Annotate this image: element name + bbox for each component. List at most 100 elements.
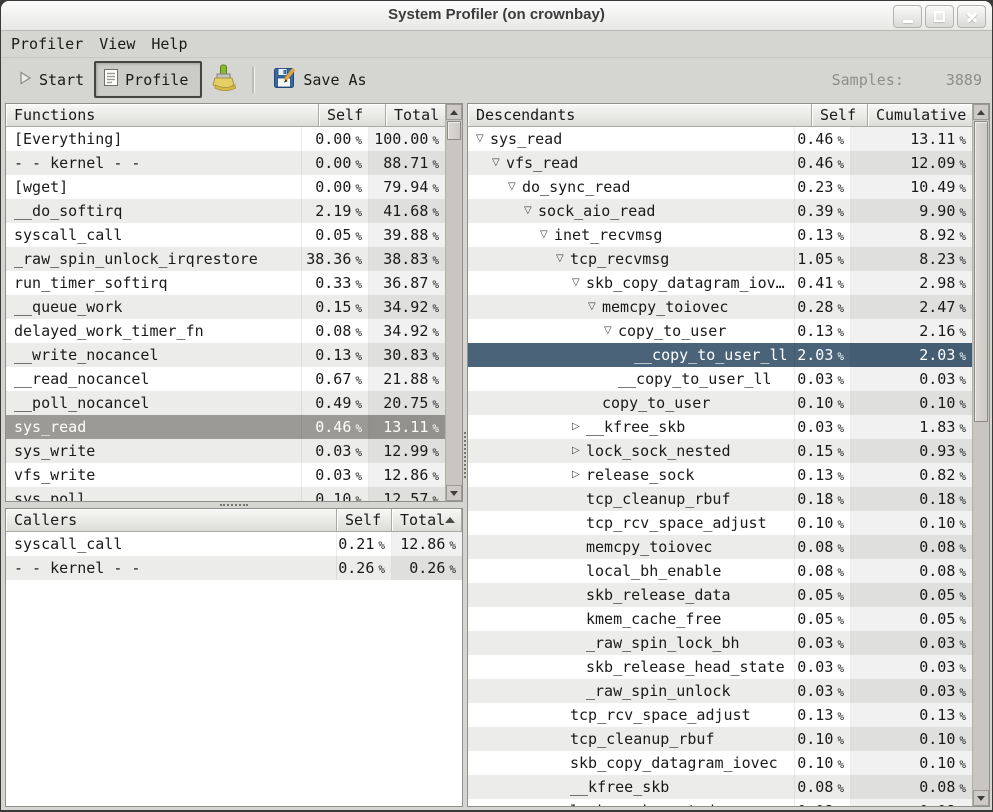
table-row[interactable]: ▷release_sock0.13%0.82% <box>468 463 972 487</box>
function-name-cell: tcp_rcv_space_adjust <box>468 511 795 535</box>
menubar: Profiler View Help <box>1 31 992 58</box>
table-row[interactable]: ▽skb_copy_datagram_iov…0.41%2.98% <box>468 271 972 295</box>
percent-cell: 0.10% <box>795 751 851 775</box>
scroll-up-button[interactable] <box>973 104 989 120</box>
scrollbar-thumb[interactable] <box>974 121 988 422</box>
percent-sign: % <box>432 153 439 177</box>
table-row[interactable]: kmem_cache_free0.05%0.05% <box>468 607 972 631</box>
column-header-total[interactable]: Total <box>392 509 462 532</box>
scrollbar-thumb[interactable] <box>447 121 461 140</box>
table-row[interactable]: ▽vfs_read0.46%12.09% <box>468 151 972 175</box>
percent-cell: 0.08% <box>851 799 972 806</box>
table-row[interactable]: - - kernel - -0.26%0.26% <box>6 556 462 580</box>
table-row[interactable]: __write_nocancel0.13%30.83% <box>6 343 445 367</box>
percent-cell: 0.08% <box>795 535 851 559</box>
table-row[interactable]: ▽sock_aio_read0.39%9.90% <box>468 199 972 223</box>
expander-open-icon[interactable]: ▽ <box>604 319 618 343</box>
table-row[interactable]: run_timer_softirq0.33%36.87% <box>6 271 445 295</box>
close-button[interactable] <box>957 5 986 28</box>
menu-help[interactable]: Help <box>143 33 195 55</box>
table-row[interactable]: delayed_work_timer_fn0.08%34.92% <box>6 319 445 343</box>
reset-button[interactable] <box>202 60 244 100</box>
table-row[interactable]: ▷lock_sock_nested0.15%0.93% <box>468 439 972 463</box>
table-row[interactable]: syscall_call0.21%12.86% <box>6 532 462 556</box>
table-row[interactable]: __queue_work0.15%34.92% <box>6 295 445 319</box>
titlebar[interactable]: System Profiler (on crownbay) <box>1 1 992 31</box>
table-row[interactable]: ▽tcp_recvmsg1.05%8.23% <box>468 247 972 271</box>
percent-cell: 0.82% <box>851 463 972 487</box>
percent-sign: % <box>837 585 844 609</box>
expander-open-icon[interactable]: ▽ <box>556 247 570 271</box>
table-row[interactable]: vfs_write0.03%12.86% <box>6 463 445 487</box>
table-row[interactable]: sys_write0.03%12.99% <box>6 439 445 463</box>
table-row[interactable]: copy_to_user0.10%0.10% <box>468 391 972 415</box>
profile-toggle-button[interactable]: Profile <box>94 61 202 98</box>
percent-cell: 0.18% <box>795 487 851 511</box>
save-as-button[interactable]: Save As <box>265 62 374 98</box>
minimize-button[interactable] <box>893 5 922 28</box>
expander-open-icon[interactable]: ▽ <box>524 199 538 223</box>
scroll-up-button[interactable] <box>446 104 462 120</box>
table-row[interactable]: skb_copy_datagram_iovec0.10%0.10% <box>468 751 972 775</box>
column-header-self[interactable]: Self <box>337 509 392 532</box>
column-header-self[interactable]: Self <box>812 104 868 127</box>
table-row[interactable]: - - kernel - -0.00%88.71% <box>6 151 445 175</box>
table-row[interactable]: sys_read0.46%13.11% <box>6 415 445 439</box>
percent-cell: 0.49% <box>302 391 369 415</box>
table-row[interactable]: _raw_spin_unlock0.03%0.03% <box>468 679 972 703</box>
column-header-cumulative[interactable]: Cumulative <box>868 104 989 127</box>
table-row[interactable]: ▽copy_to_user0.13%2.16% <box>468 319 972 343</box>
expander-open-icon[interactable]: ▽ <box>540 223 554 247</box>
expander-closed-icon[interactable]: ▷ <box>572 463 586 487</box>
table-row[interactable]: tcp_cleanup_rbuf0.18%0.18% <box>468 487 972 511</box>
table-row[interactable]: ▽sys_read0.46%13.11% <box>468 127 972 151</box>
function-name: copy_to_user <box>618 322 726 340</box>
descendants-scrollbar[interactable] <box>972 104 989 806</box>
start-button[interactable]: Start <box>9 66 92 94</box>
table-row[interactable]: lock_sock_nested0.08%0.08% <box>468 799 972 806</box>
expander-closed-icon[interactable]: ▷ <box>572 415 586 439</box>
column-header-functions[interactable]: Functions <box>6 104 319 127</box>
percent-cell: 0.93% <box>851 439 972 463</box>
table-row[interactable]: __copy_to_user_ll2.03%2.03% <box>468 343 972 367</box>
expander-open-icon[interactable]: ▽ <box>492 151 506 175</box>
table-row[interactable]: [wget]0.00%79.94% <box>6 175 445 199</box>
expander-open-icon[interactable]: ▽ <box>572 271 586 295</box>
table-row[interactable]: _raw_spin_lock_bh0.03%0.03% <box>468 631 972 655</box>
column-header-descendants[interactable]: Descendants <box>468 104 812 127</box>
table-row[interactable]: __copy_to_user_ll0.03%0.03% <box>468 367 972 391</box>
table-row[interactable]: ▽do_sync_read0.23%10.49% <box>468 175 972 199</box>
menu-view[interactable]: View <box>91 33 143 55</box>
table-row[interactable]: sys_poll0.10%12.57% <box>6 487 445 501</box>
table-row[interactable]: _raw_spin_unlock_irqrestore38.36%38.83% <box>6 247 445 271</box>
table-row[interactable]: local_bh_enable0.08%0.08% <box>468 559 972 583</box>
expander-open-icon[interactable]: ▽ <box>588 295 602 319</box>
table-row[interactable]: tcp_rcv_space_adjust0.13%0.13% <box>468 703 972 727</box>
table-row[interactable]: ▽inet_recvmsg0.13%8.92% <box>468 223 972 247</box>
scroll-up-icon <box>977 110 985 115</box>
maximize-button[interactable] <box>925 5 954 28</box>
table-row[interactable]: ▷__kfree_skb0.03%1.83% <box>468 415 972 439</box>
table-row[interactable]: __kfree_skb0.08%0.08% <box>468 775 972 799</box>
table-row[interactable]: __read_nocancel0.67%21.88% <box>6 367 445 391</box>
table-row[interactable]: __poll_nocancel0.49%20.75% <box>6 391 445 415</box>
expander-open-icon[interactable]: ▽ <box>508 175 522 199</box>
scroll-down-button[interactable] <box>973 790 989 806</box>
percent-cell: 0.00% <box>302 175 369 199</box>
table-row[interactable]: [Everything]0.00%100.00% <box>6 127 445 151</box>
functions-scrollbar[interactable] <box>445 104 462 501</box>
table-row[interactable]: tcp_rcv_space_adjust0.10%0.10% <box>468 511 972 535</box>
table-row[interactable]: __do_softirq2.19%41.68% <box>6 199 445 223</box>
column-header-self[interactable]: Self <box>319 104 386 127</box>
table-row[interactable]: memcpy_toiovec0.08%0.08% <box>468 535 972 559</box>
table-row[interactable]: skb_release_data0.05%0.05% <box>468 583 972 607</box>
expander-open-icon[interactable]: ▽ <box>476 127 490 151</box>
table-row[interactable]: ▽memcpy_toiovec0.28%2.47% <box>468 295 972 319</box>
column-header-callers[interactable]: Callers <box>6 509 337 532</box>
table-row[interactable]: tcp_cleanup_rbuf0.10%0.10% <box>468 727 972 751</box>
table-row[interactable]: syscall_call0.05%39.88% <box>6 223 445 247</box>
menu-profiler[interactable]: Profiler <box>3 33 91 55</box>
expander-closed-icon[interactable]: ▷ <box>572 439 586 463</box>
table-row[interactable]: skb_release_head_state0.03%0.03% <box>468 655 972 679</box>
scroll-down-button[interactable] <box>446 485 462 501</box>
